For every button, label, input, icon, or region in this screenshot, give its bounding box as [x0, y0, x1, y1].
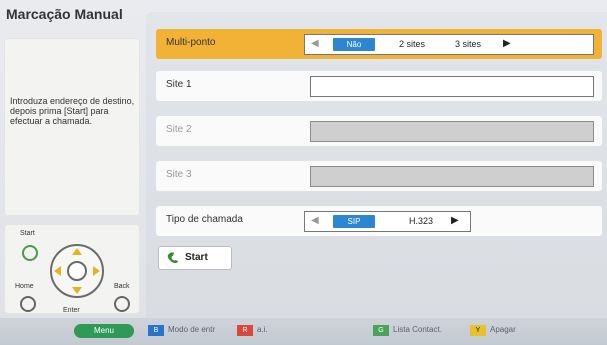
remote-start-label: Start [20, 230, 35, 237]
tipo-option-selected[interactable]: SIP [333, 215, 375, 228]
site-1-input[interactable] [310, 76, 594, 97]
site-3-input [310, 166, 594, 187]
yellow-key-label: Apagar [490, 325, 516, 334]
arrow-left-icon [54, 266, 61, 276]
row-multiponto[interactable]: Multi-ponto ◀ Não 2 sites 3 sites ▶ [156, 29, 602, 59]
arrow-up-icon [72, 248, 82, 255]
site-2-label: Site 2 [166, 124, 192, 135]
selector-left-arrow-icon[interactable]: ◀ [311, 215, 319, 226]
selector-right-arrow-icon[interactable]: ▶ [503, 38, 511, 49]
row-tipo-chamada[interactable]: Tipo de chamada ◀ SIP H.323 ▶ [156, 206, 602, 236]
start-button-label: Start [185, 252, 208, 263]
selector-right-arrow-icon[interactable]: ▶ [451, 215, 459, 226]
site-2-input [310, 121, 594, 142]
red-key-icon[interactable]: R [237, 325, 253, 336]
menu-button[interactable]: Menu [74, 324, 134, 338]
multiponto-selector[interactable]: ◀ Não 2 sites 3 sites ▶ [304, 34, 594, 55]
home-icon [20, 296, 36, 312]
phone-icon [167, 252, 178, 264]
multiponto-label: Multi-ponto [166, 37, 216, 48]
page-title: Marcação Manual [6, 6, 123, 22]
enter-icon [67, 261, 87, 281]
arrow-down-icon [72, 287, 82, 294]
start-icon [22, 245, 38, 261]
tipo-chamada-selector[interactable]: ◀ SIP H.323 ▶ [304, 211, 471, 232]
start-button[interactable]: Start [158, 246, 232, 270]
right-panel: Multi-ponto ◀ Não 2 sites 3 sites ▶ Site… [146, 12, 607, 318]
info-box [4, 38, 140, 216]
blue-key-label: Modo de entr [168, 325, 216, 334]
green-key-icon[interactable]: G [373, 325, 389, 336]
site-1-label: Site 1 [166, 79, 192, 90]
arrow-right-icon [93, 266, 100, 276]
remote-back-label: Back [114, 283, 130, 290]
row-site-1[interactable]: Site 1 [156, 71, 602, 101]
selector-left-arrow-icon[interactable]: ◀ [311, 38, 319, 49]
left-panel: Marcação Manual Introduza endereço de de… [0, 0, 146, 318]
multiponto-option-selected[interactable]: Não [333, 38, 375, 51]
tipo-option[interactable]: H.323 [409, 216, 433, 226]
multiponto-option[interactable]: 2 sites [399, 39, 425, 49]
tipo-chamada-label: Tipo de chamada [166, 214, 243, 225]
red-key-label: a.i. [257, 325, 268, 334]
green-key-label: Lista Contact. [393, 325, 442, 334]
bottom-bar: Menu B Modo de entr R a.i. G Lista Conta… [0, 318, 607, 345]
row-site-3: Site 3 [156, 161, 602, 191]
site-3-label: Site 3 [166, 169, 192, 180]
remote-home-label: Home [15, 283, 34, 290]
back-icon [114, 296, 130, 312]
remote-enter-label: Enter [63, 307, 80, 314]
dpad-icon [50, 244, 104, 298]
multiponto-option[interactable]: 3 sites [455, 39, 481, 49]
yellow-key-icon[interactable]: Y [470, 325, 486, 336]
info-text: Introduza endereço de destino, depois pr… [10, 96, 135, 126]
blue-key-icon[interactable]: B [148, 325, 164, 336]
row-site-2: Site 2 [156, 116, 602, 146]
